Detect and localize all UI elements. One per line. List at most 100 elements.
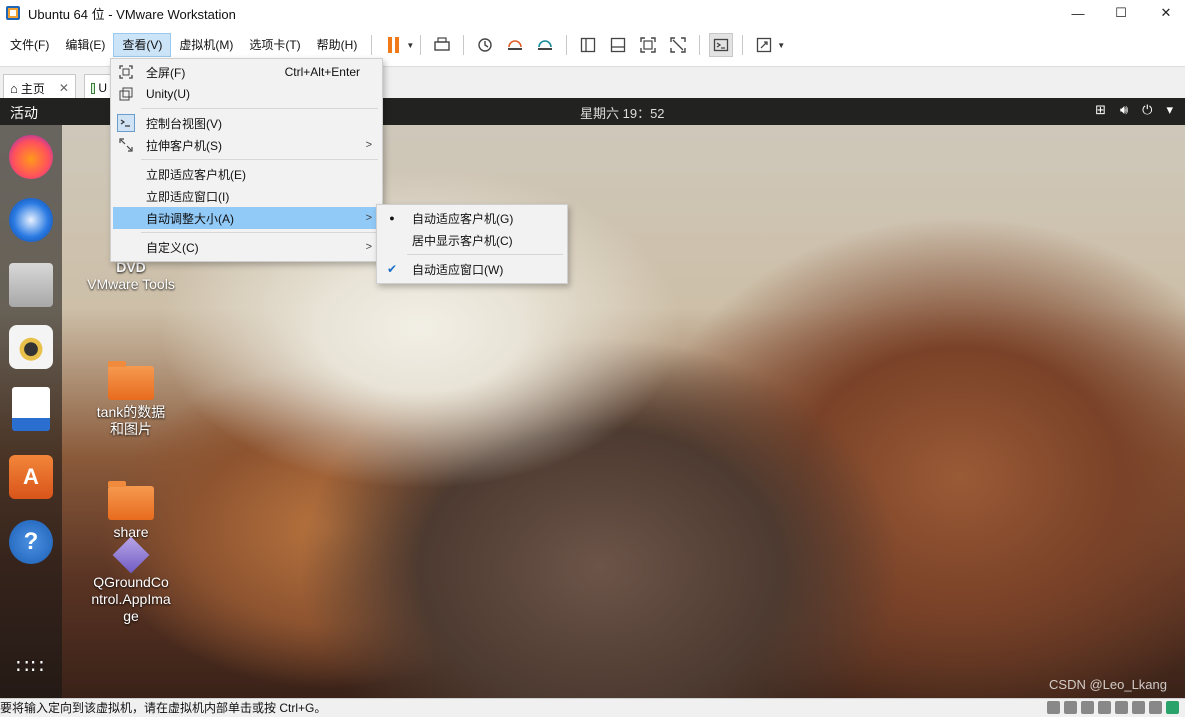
menu-item-autosize[interactable]: 自动调整大小(A) > [113,207,380,229]
tab-ubuntu-label: U [98,81,107,95]
fullscreen-button[interactable] [636,33,660,57]
menu-file[interactable]: 文件(F) [2,33,57,57]
tab-home[interactable]: ⌂ 主页 ✕ [3,74,76,101]
snapshot-button[interactable] [473,33,497,57]
console-icon [117,114,135,132]
menu-item-customize[interactable]: 自定义(C) > [113,236,380,258]
folder-icon [108,481,154,520]
menu-item-label: 自动调整大小(A) [146,211,234,226]
chevron-right-icon: > [365,139,372,151]
thumbnail-bar-button[interactable] [606,33,630,57]
show-library-button[interactable] [576,33,600,57]
menu-item-auto-fit-guest[interactable]: ● 自动适应客户机(G) [379,207,565,229]
library-icon [581,37,596,53]
toolbar-divider [420,35,422,55]
stretch-dropdown-icon[interactable]: ▼ [777,41,785,50]
menu-edit[interactable]: 编辑(E) [57,33,113,57]
maximize-button[interactable]: ☐ [1098,0,1144,26]
display-icon[interactable] [1149,701,1162,714]
close-tab-icon[interactable]: ✕ [59,81,69,95]
pause-button[interactable] [381,33,405,57]
close-button[interactable]: ✕ [1143,0,1185,26]
menu-help[interactable]: 帮助(H) [309,33,366,57]
desktop-icon-label: VMware Tools [87,276,175,292]
activities-button[interactable]: 活动 [10,103,38,123]
menu-item-console-view[interactable]: 控制台视图(V) [113,112,380,134]
toolbar-divider [699,35,701,55]
chevron-down-icon: ▾ [1166,102,1173,117]
console-view-button[interactable] [709,33,734,57]
menu-item-fullscreen[interactable]: 全屏(F) Ctrl+Alt+Enter [113,61,380,83]
messages-icon[interactable] [1166,701,1179,714]
console-icon [714,38,729,52]
revert-snapshot-button[interactable] [503,33,527,57]
stretch-button[interactable] [752,33,776,57]
appimage-icon [112,536,150,574]
clock[interactable]: 星期六 19：52 [580,103,665,122]
menu-view[interactable]: 查看(V) [113,33,172,57]
dock: A ? ∷∷ [0,125,62,698]
menu-vm[interactable]: 虚拟机(M) [171,33,241,57]
minimize-button[interactable]: — [1055,0,1101,26]
status-message: 要将输入定向到该虚拟机，请在虚拟机内部单击或按 Ctrl+G。 [0,701,327,715]
software-icon[interactable]: A [9,455,53,499]
firefox-icon[interactable] [9,135,53,179]
shortcut-label: Ctrl+Alt+Enter [284,65,360,79]
window-title: Ubuntu 64 位 - VMware Workstation [28,6,236,22]
menu-item-fit-guest-now[interactable]: 立即适应客户机(E) [113,163,380,185]
toolbar-divider [463,35,465,55]
rhythmbox-icon[interactable] [9,325,53,369]
desktop-icon-qgroundcontrol[interactable]: QGroundControl.AppImage [86,536,176,625]
help-icon[interactable]: ? [9,520,53,564]
usb-icon[interactable] [1098,701,1111,714]
writer-icon[interactable] [12,387,50,431]
toolbar-divider [566,35,568,55]
hdd-icon[interactable] [1047,701,1060,714]
desktop-icon-share[interactable]: share [86,481,176,541]
radio-dot-icon: ● [389,213,395,223]
pause-dropdown-icon[interactable]: ▼ [406,41,414,50]
system-tray[interactable]: ⊞ 🔊︎ ⏻ ▾ [1095,102,1173,118]
unity-icon [670,37,686,53]
dvd-icon: DVD [116,259,146,275]
desktop-icon-tank-data[interactable]: tank的数据和图片 [86,361,176,438]
cdrom-icon[interactable] [1064,701,1077,714]
revert-icon [508,40,523,50]
thunderbird-icon[interactable] [9,198,53,242]
menu-item-label: 立即适应窗口(I) [146,189,230,204]
menu-item-label: 立即适应客户机(E) [146,167,246,182]
printer-icon[interactable] [1132,701,1145,714]
network-adapter-icon[interactable] [1081,701,1094,714]
menu-tabs[interactable]: 选项卡(T) [241,33,308,57]
menu-item-center-guest[interactable]: 居中显示客户机(C) [379,229,565,251]
menu-item-stretch-guest[interactable]: 拉伸客户机(S) > [113,134,380,156]
menu-item-unity[interactable]: Unity(U) [113,83,380,105]
thumbnail-icon [611,37,626,53]
menu-bar: 文件(F) 编辑(E) 查看(V) 虚拟机(M) 选项卡(T) 帮助(H) ▼ … [0,30,1185,60]
menu-item-label: 自定义(C) [146,240,199,255]
volume-icon: 🔊︎ [1119,102,1129,117]
files-icon[interactable] [9,263,53,307]
menu-item-fit-window-now[interactable]: 立即适应窗口(I) [113,185,380,207]
desktop-icon-vmware-tools[interactable]: DVD VMware Tools [86,260,176,293]
sound-icon[interactable] [1115,701,1128,714]
pause-icon [387,37,399,53]
snapshot-manager-button[interactable] [533,33,557,57]
send-ctrl-alt-del-button[interactable] [430,33,454,57]
toolbar-divider [371,35,373,55]
desktop-icon-label: tank的数据和图片 [96,404,166,437]
unity-button[interactable] [666,33,690,57]
stretch-icon [757,37,772,53]
menu-separator [141,232,378,233]
menu-separator [407,254,563,255]
checkmark-icon: ✔ [386,262,398,276]
vmware-icon [6,6,20,20]
fullscreen-icon [117,63,135,81]
tab-home-label: 主页 [20,81,45,96]
status-bar: 要将输入定向到该虚拟机，请在虚拟机内部单击或按 Ctrl+G。 [0,698,1185,717]
chevron-right-icon: > [365,212,372,224]
apps-grid-icon[interactable]: ∷∷ [9,645,53,689]
autosize-submenu: ● 自动适应客户机(G) 居中显示客户机(C) ✔ 自动适应窗口(W) [376,204,568,284]
menu-item-auto-fit-window[interactable]: ✔ 自动适应窗口(W) [379,258,565,280]
menu-item-label: 拉伸客户机(S) [146,138,222,153]
